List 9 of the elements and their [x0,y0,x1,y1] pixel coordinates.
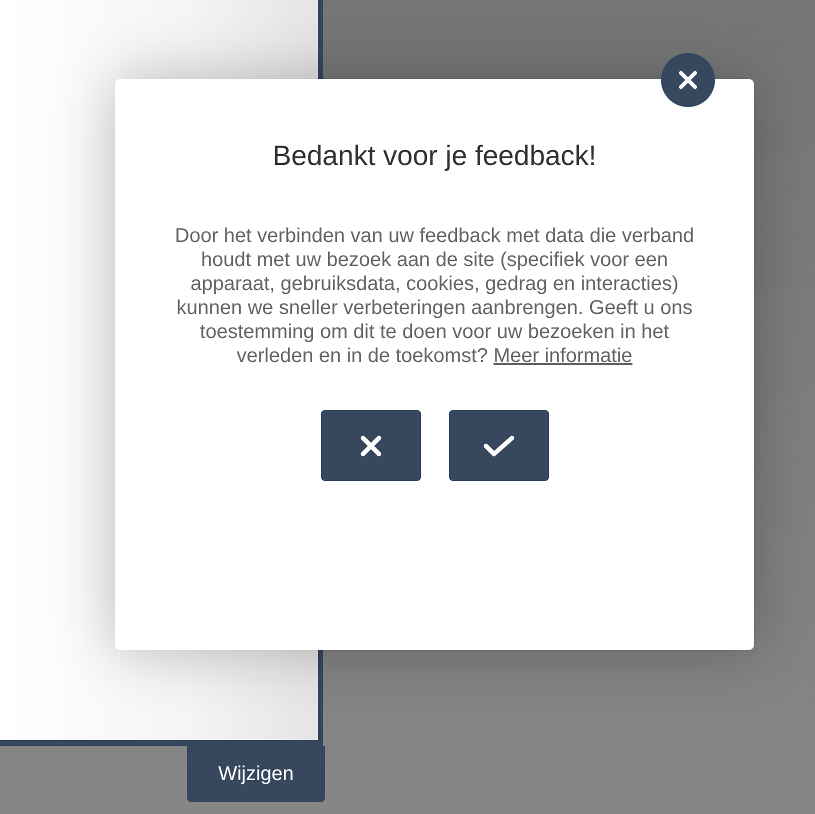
consent-message: Door het verbinden van uw feedback met data die verband houdt met uw bezoek aan de site (specifiek voor een apparaat, gebruiksdata, cookies, gedrag en interacties) kunnen we sneller verbeteringen aanbrengen. Geeft u ons toestemming om dit te doen voor uw bezoeken in het verleden en in de toekomst? Meer informatie [174,224,696,368]
edit-button[interactable]: Wijzigen [187,746,325,802]
decline-button[interactable] [320,410,420,481]
close-icon [358,434,382,458]
close-button[interactable] [661,53,715,107]
close-icon [678,70,698,90]
dialog-title: Bedankt voor je feedback! [272,140,596,172]
accept-button[interactable] [448,410,548,481]
more-info-link[interactable]: Meer informatie [493,345,632,367]
